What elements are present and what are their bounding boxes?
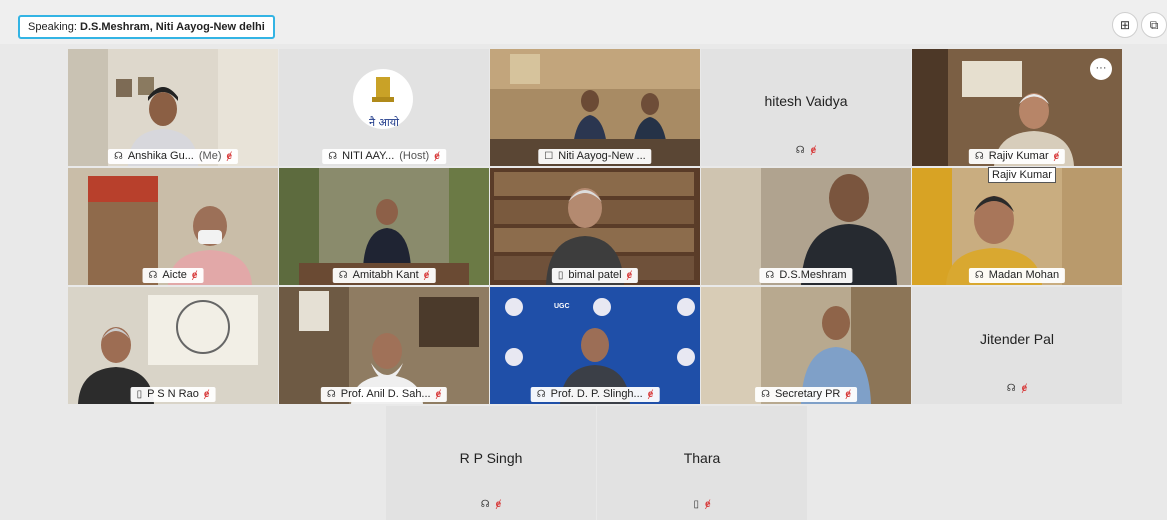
participant-label: ☊ Rajiv Kumar ɇ [968, 149, 1066, 164]
headset-icon: ☊ [328, 151, 338, 162]
headset-icon: ☊ [480, 499, 490, 510]
participant-name: NITI AAY... [342, 150, 395, 162]
grid-layout-button[interactable]: ⊞ [1112, 12, 1138, 38]
niti-logo-text: नै आयो [368, 116, 400, 129]
video-tile-amitabh[interactable]: ☊ Amitabh Kant ɇ [279, 168, 489, 285]
participant-name: Amitabh Kant [352, 269, 419, 281]
headset-icon: ☊ [761, 389, 770, 400]
mic-muted-icon: ɇ [845, 389, 851, 400]
participant-label: ☊ Anshika Gu... (Me) ɇ [107, 149, 239, 164]
video-tile-secretary-pr[interactable]: ☊ Secretary PR ɇ [701, 287, 911, 404]
speaking-name: D.S.Meshram, Niti Aayog-New delhi [80, 21, 265, 33]
popout-button[interactable]: ⧉ [1141, 12, 1167, 38]
mic-muted-icon: ɇ [1053, 151, 1060, 162]
phone-icon: ▯ [557, 270, 564, 281]
more-options-button[interactable]: ··· [1090, 58, 1112, 80]
mic-muted-icon: ɇ [495, 499, 502, 510]
video-tile-niti-newdelhi[interactable]: ☐ Niti Aayog-New ... [490, 49, 700, 166]
participant-name: Rajiv Kumar [988, 150, 1049, 162]
participant-label: ▯ P S N Rao ɇ [130, 387, 216, 402]
video-tile-bimal[interactable]: ▯ bimal patel ɇ [490, 168, 700, 285]
mic-muted-icon: ɇ [191, 270, 198, 281]
participant-label: ☊ Prof. D. P. Slingh... ɇ [530, 387, 660, 402]
speaking-prefix: Speaking: [28, 21, 77, 33]
headset-icon: ☊ [148, 270, 158, 281]
video-tile-jitender[interactable]: Jitender Pal ☊ ɇ [912, 287, 1122, 404]
participant-label: ☐ Niti Aayog-New ... [538, 149, 652, 164]
participant-name: Secretary PR [774, 388, 841, 400]
video-tile-psn-rao[interactable]: ▯ P S N Rao ɇ [68, 287, 278, 404]
video-tile-niti-host[interactable]: नै आयो ☊ NITI AAY... (Host) ɇ [279, 49, 489, 166]
participant-label: ☊ NITI AAY... (Host) ɇ [322, 149, 446, 164]
mic-muted-icon: ɇ [647, 389, 654, 400]
video-tile-thara[interactable]: Thara ▯ ɇ [597, 406, 807, 520]
mic-muted-icon: ɇ [626, 270, 633, 281]
headset-icon: ☊ [338, 270, 348, 281]
video-tile-rp-singh[interactable]: R P Singh ☊ ɇ [386, 406, 596, 520]
mic-muted-icon: ɇ [810, 145, 817, 156]
participant-role: (Host) [399, 150, 430, 162]
popout-icon: ⧉ [1149, 18, 1159, 32]
headset-icon: ☊ [1006, 383, 1016, 394]
phone-icon: ▯ [693, 499, 699, 510]
participant-label: ☊ Secretary PR ɇ [755, 387, 857, 402]
video-tile-rajiv[interactable]: ··· ☊ Rajiv Kumar ɇ [912, 49, 1122, 166]
speaking-indicator: Speaking: D.S.Meshram, Niti Aayog-New de… [18, 15, 275, 39]
participant-status: ☊ ɇ [912, 383, 1122, 394]
mic-muted-icon: ɇ [203, 389, 210, 400]
grid-icon: ⊞ [1119, 18, 1131, 32]
participant-label: ☊ D.S.Meshram [759, 268, 853, 283]
headset-icon: ☊ [536, 389, 546, 400]
participant-label: ☊ Aicte ɇ [142, 268, 204, 283]
participant-name: Prof. D. P. Slingh... [550, 388, 643, 400]
participant-name: R P Singh [459, 450, 523, 466]
mic-muted-icon: ɇ [434, 151, 440, 162]
participant-label: ☊ Amitabh Kant ɇ [332, 268, 436, 283]
ugc-text: UGC [554, 303, 570, 310]
participant-name: D.S.Meshram [779, 269, 847, 281]
participant-name: Aicte [162, 269, 187, 281]
video-tile-anshika[interactable]: ☊ Anshika Gu... (Me) ɇ [68, 49, 278, 166]
video-tile-anil[interactable]: ☊ Prof. Anil D. Sah... ɇ [279, 287, 489, 404]
mic-muted-icon: ɇ [423, 270, 430, 281]
top-bar: Speaking: D.S.Meshram, Niti Aayog-New de… [0, 0, 1167, 44]
headset-icon: ☊ [974, 151, 984, 162]
mic-muted-icon: ɇ [435, 389, 442, 400]
mic-muted-icon: ɇ [704, 499, 711, 510]
headset-icon: ☊ [795, 145, 805, 156]
headset-icon: ☊ [765, 270, 775, 281]
video-tile-meshram[interactable]: ☊ D.S.Meshram [701, 168, 911, 285]
more-icon: ··· [1095, 62, 1107, 74]
participant-name: bimal patel [568, 269, 622, 281]
participant-label: ☊ Prof. Anil D. Sah... ɇ [320, 387, 448, 402]
name-tooltip: Rajiv Kumar [988, 167, 1056, 183]
mic-muted-icon: ɇ [1021, 383, 1028, 394]
video-tile-madan[interactable]: ☊ Madan Mohan [912, 168, 1122, 285]
video-tile-aicte[interactable]: ☊ Aicte ɇ [68, 168, 278, 285]
headset-icon: ☊ [974, 270, 984, 281]
phone-icon: ☐ [544, 151, 554, 162]
participant-name: P S N Rao [147, 388, 199, 400]
headset-icon: ☊ [326, 389, 336, 400]
phone-icon: ▯ [136, 389, 143, 400]
participant-name: Niti Aayog-New ... [558, 150, 646, 162]
participant-role: (Me) [198, 150, 222, 162]
participant-name: Madan Mohan [988, 269, 1060, 281]
video-tile-hitesh[interactable]: hitesh Vaidya ☊ ɇ [701, 49, 911, 166]
participant-label: ☊ Madan Mohan [968, 268, 1066, 283]
participant-name: Thara [683, 450, 721, 466]
participant-label: ▯ bimal patel ɇ [551, 268, 639, 283]
participant-status: ☊ ɇ [701, 145, 911, 156]
video-tile-dp-singh[interactable]: UGC ☊ Prof. D. P. Slingh... ɇ [490, 287, 700, 404]
headset-icon: ☊ [113, 151, 123, 162]
participant-name: Jitender Pal [980, 331, 1054, 347]
mic-muted-icon: ɇ [226, 151, 233, 162]
participant-name: hitesh Vaidya [764, 93, 848, 109]
participant-status: ☊ ɇ [386, 499, 596, 510]
participant-status: ▯ ɇ [597, 499, 807, 510]
participant-name: Anshika Gu... [127, 150, 194, 162]
participant-name: Prof. Anil D. Sah... [340, 388, 431, 400]
